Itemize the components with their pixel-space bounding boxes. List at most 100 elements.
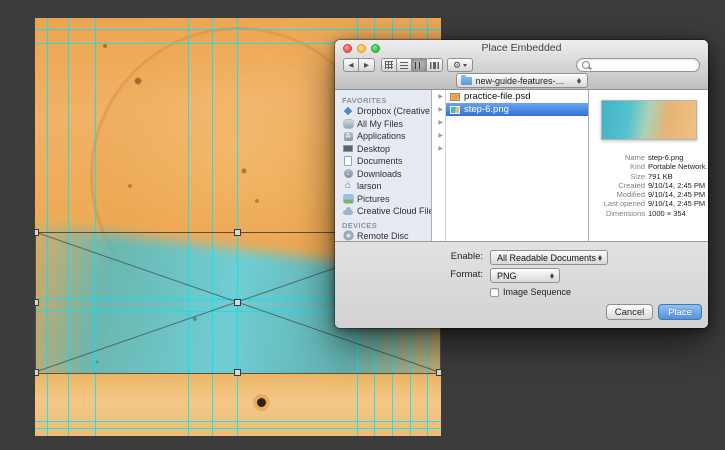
search-input[interactable]	[590, 59, 711, 71]
png-thumbnail-icon	[450, 105, 460, 114]
file-row-practice-file[interactable]: practice-file.psd	[446, 90, 588, 103]
popup-updown-icon	[549, 271, 556, 281]
sidebar-item-label: Applications	[357, 131, 406, 142]
transform-handle[interactable]	[35, 299, 39, 306]
file-browser: FAVORITES Dropbox (Creative Cl… All My F…	[335, 90, 708, 242]
column-view-button[interactable]	[412, 59, 427, 71]
preview-thumbnail	[600, 100, 697, 140]
back-button[interactable]: ◀	[343, 58, 359, 72]
list-view-icon	[400, 61, 408, 69]
list-view-button[interactable]	[397, 59, 412, 71]
folder-icon	[460, 74, 472, 85]
sidebar-item-downloads[interactable]: Downloads	[335, 168, 431, 181]
forward-icon: ▶	[364, 62, 369, 69]
file-list: practice-file.psd step-6.png	[446, 90, 588, 241]
disclosure-icon: ▶	[438, 107, 443, 113]
favorites-header: FAVORITES	[342, 96, 387, 105]
meta-label: Last opened	[603, 199, 645, 209]
transform-handle[interactable]	[234, 229, 241, 236]
format-label: Format:	[450, 269, 483, 280]
icon-view-button[interactable]	[382, 59, 397, 71]
psd-thumbnail-icon	[450, 92, 460, 101]
sidebar-item-label: Documents	[357, 156, 403, 167]
disc-icon	[343, 231, 353, 241]
sidebar-item-all-my-files[interactable]: All My Files	[335, 118, 431, 131]
disclosure-icon: ▶	[438, 133, 443, 139]
disclosure-icon: ▶	[438, 120, 443, 126]
sidebar-item-label: Dropbox (Creative Cl…	[357, 106, 431, 117]
meta-value: step-6.png	[648, 153, 684, 162]
chevron-down-icon	[463, 64, 468, 69]
sidebar-item-creative-cloud-files[interactable]: Creative Cloud Files	[335, 205, 431, 218]
meta-value: 9/10/14, 2:45 PM	[648, 190, 706, 200]
meta-label: Dimensions	[605, 208, 645, 218]
enable-label: Enable:	[450, 251, 483, 262]
minimize-button[interactable]	[357, 44, 366, 53]
grid-view-icon	[385, 61, 393, 69]
nav-buttons: ◀ ▶	[343, 58, 375, 72]
close-button[interactable]	[343, 44, 352, 53]
sidebar-item-documents[interactable]: Documents	[335, 155, 431, 168]
window-controls	[343, 44, 380, 53]
sidebar-item-desktop[interactable]: Desktop	[335, 143, 431, 156]
dialog-bottom-panel: Enable: All Readable Documents Format: P…	[335, 242, 708, 328]
popup-updown-icon	[576, 76, 583, 86]
sidebar-item-home[interactable]: larson	[335, 180, 431, 193]
sidebar-item-label: Pictures	[357, 193, 390, 204]
dialog-chrome: Place Embedded ◀ ▶ ⚙ new-guide-features-…	[335, 40, 711, 90]
gear-icon: ⚙	[452, 59, 462, 70]
applications-icon	[343, 131, 353, 141]
image-sequence-label: Image Sequence	[503, 287, 572, 297]
sidebar-item-applications[interactable]: Applications	[335, 130, 431, 143]
image-sequence-row: Image Sequence	[490, 287, 571, 297]
path-row: new-guide-features-…	[335, 73, 708, 89]
meta-label: Created	[618, 180, 645, 190]
image-sequence-checkbox[interactable]	[490, 287, 499, 297]
cancel-button[interactable]: Cancel	[606, 304, 653, 320]
preview-pane: Name step-6.png Kind Portable Network… Siz…	[588, 90, 708, 241]
action-menu-button[interactable]: ⚙	[447, 58, 473, 72]
folder-popup-label: new-guide-features-…	[475, 75, 565, 86]
file-name: practice-file.psd	[464, 91, 531, 102]
meta-value: 9/10/14, 2:45 PM	[648, 199, 706, 209]
back-icon: ◀	[348, 62, 354, 69]
format-popup[interactable]: PNG	[490, 268, 560, 283]
dialog-toolbar: ◀ ▶ ⚙	[335, 58, 711, 73]
pictures-icon	[343, 194, 353, 204]
column-view-icon	[415, 61, 423, 69]
sidebar-item-pictures[interactable]: Pictures	[335, 193, 431, 206]
meta-label: Modified	[616, 190, 645, 200]
sidebar-item-remote-disc[interactable]: Remote Disc	[335, 230, 431, 242]
place-button[interactable]: Place	[658, 304, 702, 320]
cloud-icon	[343, 206, 353, 216]
sidebar-item-label: Creative Cloud Files	[357, 206, 431, 217]
devices-header: DEVICES	[342, 220, 378, 230]
sidebar-item-label: larson	[357, 181, 382, 192]
disclosure-icon: ▶	[438, 94, 443, 100]
transform-handle[interactable]	[234, 299, 241, 306]
meta-value: 9/10/14, 2:45 PM	[648, 180, 706, 190]
file-metadata: Name step-6.png Kind Portable Network… Siz…	[589, 153, 708, 218]
file-row-step-6[interactable]: step-6.png	[446, 103, 588, 116]
disclosure-icon: ▶	[438, 146, 443, 152]
meta-value: 791 KB	[648, 171, 673, 181]
enable-popup-value: All Readable Documents	[497, 252, 597, 263]
meta-value: Portable Network…	[648, 162, 708, 172]
folder-popup[interactable]: new-guide-features-…	[455, 73, 588, 88]
forward-button[interactable]: ▶	[359, 58, 375, 72]
sidebar-item-label: Remote Disc	[357, 230, 409, 241]
dialog-title: Place Embedded	[481, 42, 562, 54]
transform-handle[interactable]	[436, 369, 441, 376]
coverflow-view-button[interactable]	[427, 59, 442, 71]
dropbox-icon	[343, 106, 353, 116]
meta-label: Kind	[629, 162, 645, 172]
transform-handle[interactable]	[234, 369, 241, 376]
zoom-button[interactable]	[371, 44, 380, 53]
sidebar-item-label: Downloads	[357, 168, 402, 179]
transform-handle[interactable]	[35, 229, 39, 236]
search-icon	[582, 61, 590, 69]
enable-popup[interactable]: All Readable Documents	[490, 250, 608, 265]
sidebar-item-dropbox[interactable]: Dropbox (Creative Cl…	[335, 105, 431, 118]
search-field	[576, 58, 711, 72]
transform-handle[interactable]	[35, 369, 39, 376]
